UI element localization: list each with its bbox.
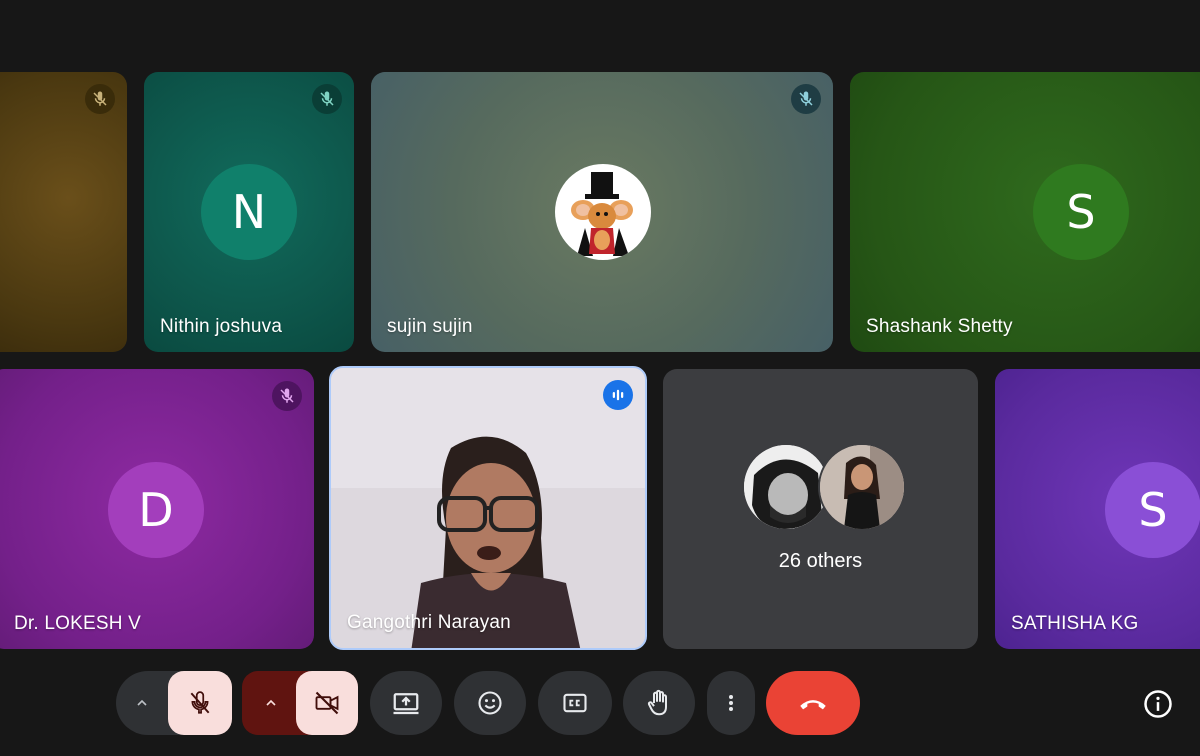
mic-off-icon — [791, 84, 821, 114]
participant-video — [331, 368, 645, 648]
raise-hand-button[interactable] — [623, 671, 695, 735]
emoji-reaction-button[interactable] — [454, 671, 526, 735]
captions-icon — [561, 689, 589, 717]
cartoon-avatar-image — [571, 172, 633, 256]
raise-hand-icon — [644, 688, 674, 718]
avatar-initial: N — [231, 185, 267, 239]
participant-tile[interactable]: N Nithin joshuva — [144, 72, 354, 352]
participant-name: Nithin joshuva — [160, 316, 283, 337]
speaking-indicator-icon — [603, 380, 633, 410]
avatar: S — [1105, 462, 1200, 558]
participant-tile[interactable]: S Shashank Shetty — [850, 72, 1200, 352]
emoji-icon — [476, 689, 504, 717]
meeting-stage: N Nithin joshuva sujin sujin S Shashank … — [0, 0, 1200, 756]
captions-button[interactable] — [538, 671, 612, 735]
avatar: D — [108, 462, 204, 558]
camera-off-icon — [313, 689, 341, 717]
more-options-icon — [719, 691, 743, 715]
participant-name: sujin sujin — [387, 316, 473, 337]
mic-off-button[interactable] — [168, 671, 232, 735]
participant-tile[interactable]: S SATHISHA KG — [995, 369, 1200, 649]
avatar — [555, 164, 651, 260]
more-options-button[interactable] — [707, 671, 755, 735]
mic-off-icon — [312, 84, 342, 114]
mic-off-icon — [85, 84, 115, 114]
others-count-label: 26 others — [778, 550, 863, 572]
participant-tile-speaking[interactable]: Gangothri Narayan — [329, 366, 647, 650]
participant-name: Gangothri Narayan — [347, 612, 511, 633]
participant-tile[interactable] — [0, 72, 127, 352]
participant-tile[interactable]: sujin sujin — [371, 72, 833, 352]
camera-off-button[interactable] — [296, 671, 358, 735]
participant-tile[interactable]: D Dr. LOKESH V — [0, 369, 314, 649]
participant-name: SATHISHA KG — [1011, 613, 1139, 634]
participant-name: Dr. LOKESH V — [14, 613, 141, 634]
avatar-initial: S — [1066, 185, 1096, 239]
mic-off-icon — [272, 381, 302, 411]
end-call-button[interactable] — [766, 671, 860, 735]
avatar-initial: D — [138, 483, 174, 537]
others-tile[interactable]: 26 others — [663, 369, 978, 649]
present-screen-button[interactable] — [370, 671, 442, 735]
chevron-up-icon[interactable] — [242, 671, 300, 735]
end-call-icon — [796, 686, 830, 720]
others-avatar — [742, 443, 830, 531]
avatar-initial: S — [1138, 483, 1168, 537]
chevron-up-icon[interactable] — [116, 671, 168, 735]
avatar: S — [1033, 164, 1129, 260]
info-icon[interactable] — [1140, 686, 1176, 722]
avatar: N — [201, 164, 297, 260]
mic-off-icon — [187, 690, 213, 716]
present-screen-icon — [391, 688, 421, 718]
participant-name: Shashank Shetty — [866, 316, 1013, 337]
others-avatar — [818, 443, 906, 531]
